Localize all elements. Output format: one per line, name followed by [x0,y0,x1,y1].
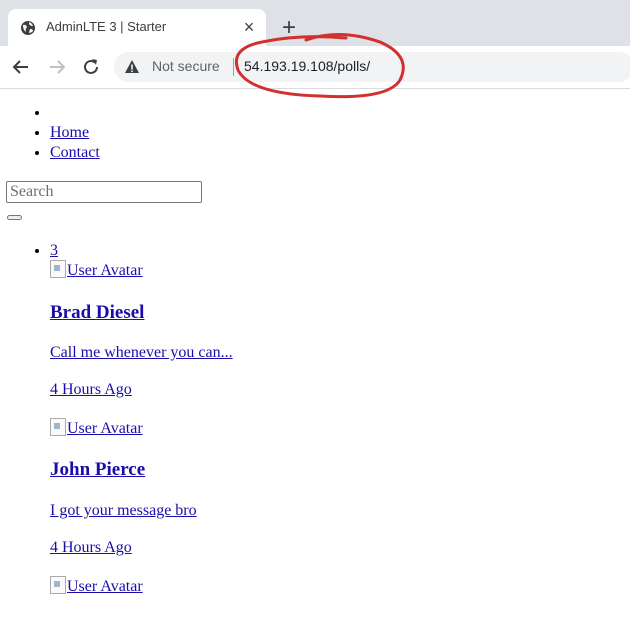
browser-toolbar: Not secure 54.193.19.108/polls/ [0,46,630,89]
tab-title: AdminLTE 3 | Starter [46,19,167,34]
search-input[interactable] [6,181,202,203]
nav-item-home[interactable]: Home [50,123,100,143]
back-arrow-icon[interactable] [10,56,32,78]
message-avatar-link[interactable]: User Avatar [50,576,143,596]
address-divider [233,58,234,76]
broken-image-icon [50,260,66,278]
nav-link-contact[interactable]: Contact [50,144,100,161]
close-tab-icon[interactable]: × [239,17,259,37]
nav-item-contact[interactable]: Contact [50,143,100,163]
avatar-alt-text: User Avatar [67,578,143,595]
message-avatar-link[interactable]: User Avatar [50,260,143,280]
avatar-alt-text: User Avatar [67,262,143,279]
new-tab-button[interactable]: + [278,16,300,40]
tab-strip: AdminLTE 3 | Starter × + [0,0,630,46]
messages-dropdown-toggle[interactable]: 3 [50,241,58,261]
address-bar[interactable]: Not secure 54.193.19.108/polls/ [114,52,630,82]
forward-arrow-icon[interactable] [46,56,68,78]
message-time[interactable]: 4 Hours Ago [50,539,132,556]
avatar-alt-text: User Avatar [67,420,143,437]
warning-icon[interactable] [124,59,140,75]
message-avatar-link[interactable]: User Avatar [50,418,143,438]
message-sender-name[interactable]: Brad Diesel [50,302,144,323]
message-sender-name[interactable]: John Pierce [50,459,145,480]
message-preview-text[interactable]: Call me whenever you can... [50,344,233,361]
url-text[interactable]: 54.193.19.108/polls/ [244,58,370,74]
browser-tab[interactable]: AdminLTE 3 | Starter × [8,9,266,46]
search-submit-button[interactable] [7,215,22,220]
nav-link-home[interactable]: Home [50,124,89,141]
reload-icon[interactable] [80,56,102,78]
messages-dropdown: 3 [0,241,58,261]
broken-image-icon [50,576,66,594]
security-status-label[interactable]: Not secure [152,58,220,74]
nav-item-toggle[interactable] [50,103,100,123]
broken-image-icon [50,418,66,436]
messages-count-badge[interactable]: 3 [50,242,58,259]
globe-icon [21,21,35,35]
message-time[interactable]: 4 Hours Ago [50,381,132,398]
navbar-links: Home Contact [0,103,100,163]
message-preview-text[interactable]: I got your message bro [50,502,197,519]
